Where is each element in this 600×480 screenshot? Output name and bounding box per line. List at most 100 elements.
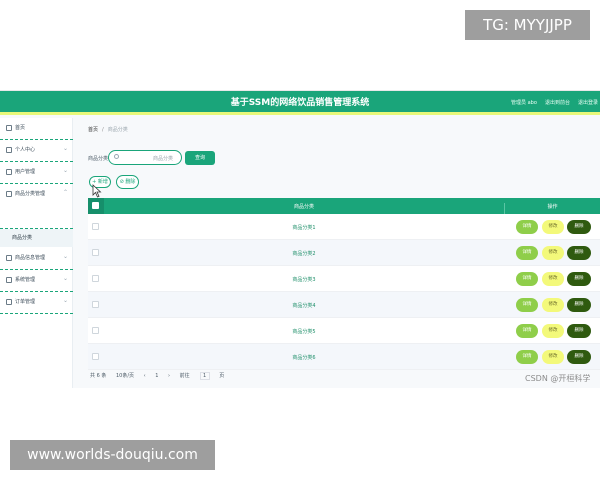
sidebar-item-label: 订单管理	[15, 299, 36, 305]
pager-prev-icon[interactable]: ‹	[144, 373, 146, 379]
search-input[interactable]: 商品分类	[108, 150, 182, 165]
app-title: 基于SSM的网络饮品销售管理系统	[230, 98, 370, 108]
edit-button[interactable]: 修改	[542, 220, 564, 234]
pager-page-suffix: 页	[219, 373, 225, 379]
table-row: 商品分类2 详情 修改 删除	[88, 240, 600, 266]
sidebar-item-user-management[interactable]: 用户管理 ⌄	[0, 162, 73, 184]
table-row: 商品分类1 详情 修改 删除	[88, 214, 600, 240]
csdn-watermark: CSDN @开桓科学	[525, 374, 591, 383]
delete-button[interactable]: 删除	[567, 220, 591, 234]
top-header-bar: 基于SSM的网络饮品销售管理系统 管理员 abo 退出到前台 退出登录	[0, 91, 600, 115]
orders-icon	[6, 299, 12, 305]
sidebar-item-system-management[interactable]: 系统管理 ⌄	[0, 270, 73, 292]
detail-button[interactable]: 详情	[516, 272, 538, 286]
pager-goto-label: 前往	[179, 373, 190, 379]
row-checkbox[interactable]	[92, 223, 99, 230]
chevron-down-icon: ⌄	[62, 297, 68, 304]
breadcrumb: 首页 / 商品分类	[88, 126, 128, 133]
sidebar-subitem-category[interactable]: 商品分类	[0, 229, 73, 247]
sidebar-item-label: 用户管理	[15, 169, 36, 175]
detail-button[interactable]: 详情	[516, 246, 538, 260]
row-category-name: 商品分类4	[292, 303, 316, 309]
breadcrumb-home[interactable]: 首页	[88, 127, 98, 133]
row-checkbox[interactable]	[92, 353, 99, 360]
pagination: 共 6 条 10条/页 ‹ 1 › 前往 1 页	[90, 372, 232, 380]
sidebar-item-category-management[interactable]: 商品分类管理 ⌃	[0, 184, 73, 229]
table-row: 商品分类3 详情 修改 删除	[88, 266, 600, 292]
edit-button[interactable]: 修改	[542, 350, 564, 364]
sidebar-item-goods-management[interactable]: 商品信息管理 ⌄	[0, 248, 73, 270]
mouse-cursor-icon	[92, 184, 102, 198]
select-all-checkbox[interactable]	[92, 202, 99, 209]
main-content: 首页/商品分类 商品分类 商品分类 查询 + 新增 ⊘ 删除 商品分类 操作	[82, 118, 600, 388]
chevron-down-icon: ⌄	[62, 145, 68, 152]
sidebar-item-personal-center[interactable]: 个人中心 ⌄	[0, 140, 73, 162]
edit-button[interactable]: 修改	[542, 246, 564, 260]
search-placeholder: 商品分类	[153, 156, 174, 162]
sidebar-item-order-management[interactable]: 订单管理 ⌄	[0, 292, 73, 314]
pager-goto-input[interactable]: 1	[199, 372, 210, 380]
batch-delete-button[interactable]: ⊘ 删除	[116, 175, 139, 189]
row-category-name: 商品分类2	[292, 251, 316, 257]
goods-icon	[6, 255, 12, 261]
admin-info: 管理员 abo	[511, 100, 537, 106]
row-category-name: 商品分类1	[292, 225, 316, 231]
row-checkbox[interactable]	[92, 275, 99, 282]
category-icon	[6, 191, 12, 197]
row-checkbox[interactable]	[92, 301, 99, 308]
sidebar-item-home[interactable]: 首页	[0, 118, 73, 140]
sidebar-item-label: 商品信息管理	[15, 255, 46, 261]
edit-button[interactable]: 修改	[542, 272, 564, 286]
user-icon	[6, 147, 12, 153]
users-icon	[6, 169, 12, 175]
row-category-name: 商品分类5	[292, 329, 316, 335]
logout-link[interactable]: 退出登录	[578, 99, 598, 106]
detail-button[interactable]: 详情	[516, 350, 538, 364]
column-header-category: 商品分类	[293, 204, 314, 210]
search-label: 商品分类	[88, 156, 109, 162]
back-to-frontend-link[interactable]: 退出到前台	[545, 99, 570, 106]
select-all-cell	[88, 198, 104, 214]
detail-button[interactable]: 详情	[516, 298, 538, 312]
chevron-down-icon: ⌄	[62, 275, 68, 282]
detail-button[interactable]: 详情	[516, 220, 538, 234]
row-checkbox[interactable]	[92, 249, 99, 256]
sidebar-item-label: 首页	[15, 125, 26, 131]
delete-button[interactable]: 删除	[567, 246, 591, 260]
row-category-name: 商品分类3	[292, 277, 316, 283]
breadcrumb-separator: /	[102, 127, 104, 133]
admin-app-window: 基于SSM的网络饮品销售管理系统 管理员 abo 退出到前台 退出登录 首页 个…	[0, 90, 600, 388]
url-overlay-label: www.worlds-douqiu.com	[10, 440, 215, 470]
delete-button[interactable]: 删除	[567, 324, 591, 338]
chevron-down-icon: ⌄	[62, 167, 68, 174]
row-checkbox[interactable]	[92, 327, 99, 334]
pager-next-icon[interactable]: ›	[168, 373, 170, 379]
edit-button[interactable]: 修改	[542, 298, 564, 312]
settings-icon	[6, 277, 12, 283]
sidebar-item-label: 系统管理	[15, 277, 36, 283]
pager-page-size[interactable]: 10条/页	[116, 373, 134, 379]
pager-total: 共 6 条	[90, 373, 107, 379]
edit-button[interactable]: 修改	[542, 324, 564, 338]
sidebar-item-label: 商品分类管理	[15, 191, 46, 197]
search-icon	[114, 154, 119, 159]
delete-button[interactable]: 删除	[567, 272, 591, 286]
table-row: 商品分类6 详情 修改 删除	[88, 344, 600, 370]
search-button[interactable]: 查询	[185, 151, 215, 165]
chevron-down-icon: ⌄	[62, 253, 68, 260]
chevron-up-icon: ⌃	[62, 189, 68, 196]
detail-button[interactable]: 详情	[516, 324, 538, 338]
tg-overlay-label: TG: MYYJJPP	[465, 10, 590, 40]
sidebar: 首页 个人中心 ⌄ 用户管理 ⌄ 商品分类管理 ⌃ 商品分类 商品信息管理 ⌄ …	[0, 118, 73, 388]
home-icon	[6, 125, 12, 131]
sidebar-subitem-label: 商品分类	[12, 235, 33, 241]
delete-button[interactable]: 删除	[567, 350, 591, 364]
sidebar-item-label: 个人中心	[15, 147, 36, 153]
table-row: 商品分类5 详情 修改 删除	[88, 318, 600, 344]
delete-button[interactable]: 删除	[567, 298, 591, 312]
table-header: 商品分类 操作	[88, 198, 600, 214]
pager-current-page[interactable]: 1	[155, 373, 158, 379]
row-category-name: 商品分类6	[292, 355, 316, 361]
breadcrumb-current: 商品分类	[107, 127, 128, 133]
table-row: 商品分类4 详情 修改 删除	[88, 292, 600, 318]
